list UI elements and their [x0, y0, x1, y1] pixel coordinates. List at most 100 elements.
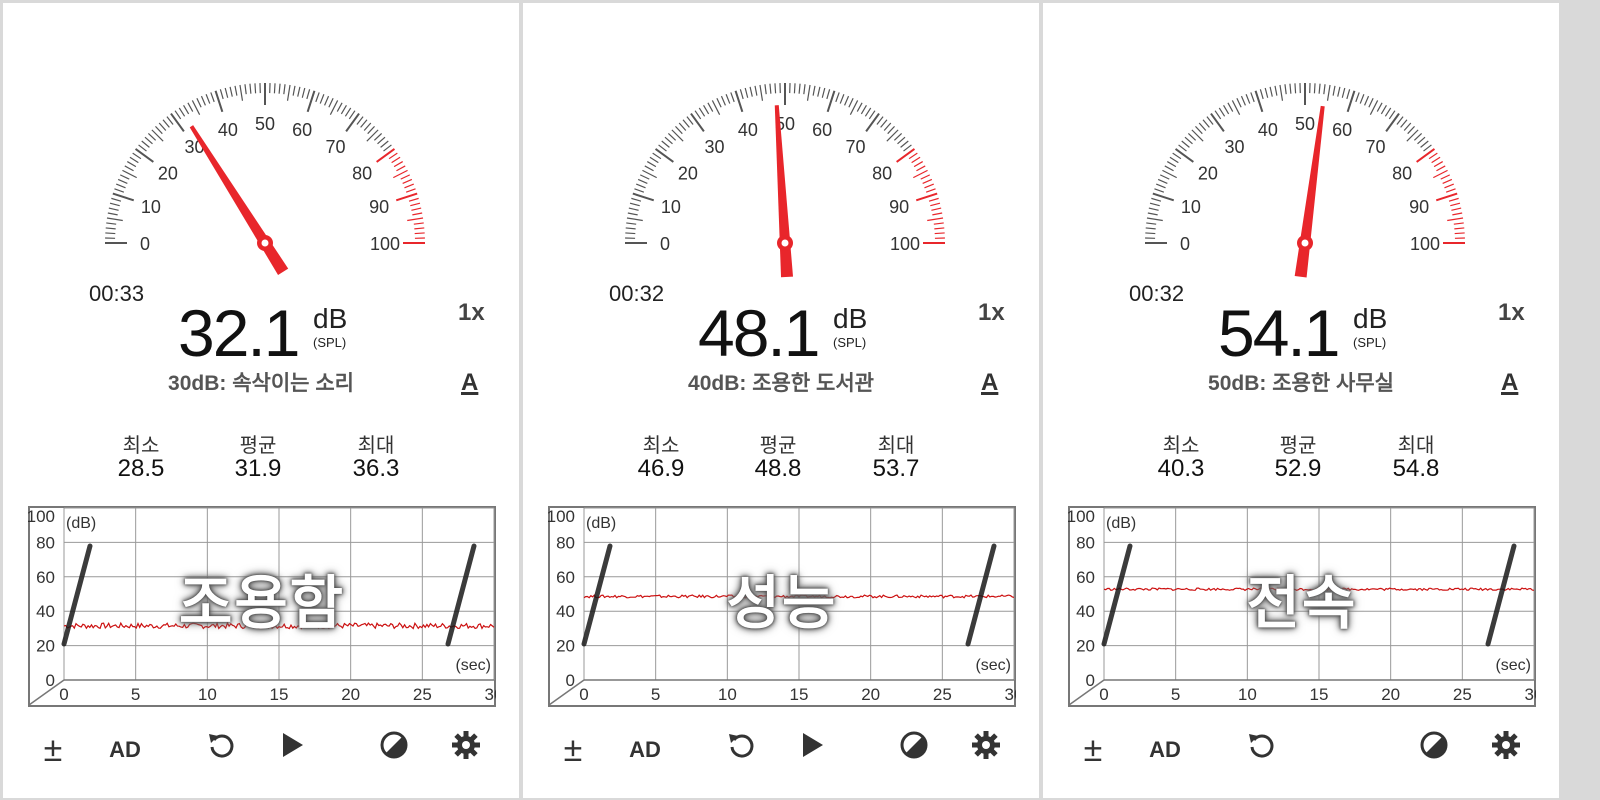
gauge-tick [856, 102, 863, 112]
gauge-tick [1428, 152, 1438, 160]
ad-button[interactable]: AD [1145, 730, 1185, 770]
gauge-tick [749, 86, 753, 97]
gauge-hub-center [261, 239, 269, 247]
gauge-tick [124, 165, 134, 172]
x-tick-label: 30 [1005, 685, 1016, 704]
stat-max-value: 54.8 [1392, 455, 1440, 482]
gauge-tick [1227, 102, 1234, 112]
gauge-tick [1451, 207, 1462, 211]
gauge-tick [880, 119, 888, 128]
stat-max: 최대 36.3 [326, 429, 426, 483]
gauge-tick [626, 222, 637, 225]
play-icon[interactable] [798, 730, 838, 770]
gauge-tick [707, 102, 714, 112]
calibrate-button[interactable]: ± [553, 730, 593, 770]
play-icon[interactable] [278, 730, 318, 770]
gauge-tick [1337, 86, 1341, 97]
gauge-tick [373, 133, 383, 141]
gauge-tick [930, 202, 941, 207]
reset-icon[interactable] [726, 730, 766, 770]
gauge-tick [301, 87, 306, 98]
stat-min: 최소 46.9 [611, 429, 711, 483]
gauge-tick [1385, 112, 1400, 132]
gauge-tick [1172, 152, 1182, 160]
gauge-tick [147, 133, 157, 141]
weighting-button[interactable]: A [981, 369, 998, 397]
unit-label: dB [833, 303, 868, 334]
gauge-tick [196, 97, 202, 108]
ad-button[interactable]: AD [625, 730, 665, 770]
x-tick-label: 25 [933, 685, 952, 704]
sound-meter-panel: 0 10 20 30 40 50 60 70 80 90 100 00:33 32.1 dB (SP… [3, 3, 519, 798]
gauge-tick [132, 152, 142, 160]
gauge-tick [629, 202, 640, 207]
gauge-tick [1279, 84, 1284, 101]
gear-icon[interactable] [451, 730, 491, 770]
gauge-tick [183, 104, 190, 115]
gear-icon[interactable] [971, 730, 1011, 770]
speed-button[interactable]: 1x [1498, 299, 1525, 327]
x-tick-label: 20 [861, 685, 880, 704]
gauge-hub-center [781, 239, 789, 247]
gauge-label: 30 [1224, 137, 1244, 157]
gauge-tick [1156, 183, 1166, 189]
gauge-tick [1269, 86, 1273, 97]
gauge-tick [886, 129, 899, 142]
gauge-tick [1198, 122, 1207, 131]
contrast-icon[interactable] [1419, 730, 1459, 770]
gauge-tick [367, 125, 375, 135]
reset-icon[interactable] [1246, 730, 1286, 770]
gauge-tick [402, 178, 413, 184]
gauge-tick [414, 227, 425, 230]
stat-min-label: 최소 [1162, 435, 1200, 457]
gauge-tick [922, 178, 933, 184]
gauge-tick [1289, 83, 1292, 94]
y-axis-label: (dB) [1106, 515, 1136, 532]
gauge-tick [1407, 125, 1415, 135]
gauge-tick [1250, 92, 1255, 103]
gauge-tick [1431, 156, 1441, 164]
unit-label: dB [313, 303, 348, 334]
gauge-tick [376, 148, 396, 163]
ad-button[interactable]: AD [105, 730, 145, 770]
speed-button[interactable]: 1x [458, 299, 485, 327]
gauge-tick [1187, 133, 1197, 141]
stat-min-value: 28.5 [117, 455, 165, 482]
calibrate-button[interactable]: ± [33, 730, 73, 770]
gauge-label: 80 [1392, 163, 1412, 183]
gauge-label: 80 [352, 163, 372, 183]
gauge-tick [897, 136, 906, 145]
gauge-tick [391, 156, 401, 164]
gear-icon[interactable] [1491, 730, 1531, 770]
reset-icon[interactable] [206, 730, 246, 770]
gauge-tick [812, 85, 816, 96]
gauge-tick [407, 217, 424, 222]
gauge-tick [363, 122, 372, 131]
gauge-tick [1223, 104, 1230, 115]
gauge-tick [1169, 156, 1179, 164]
gauge-tick [219, 89, 224, 100]
level-description: 50dB: 조용한 사무실 [1208, 372, 1394, 395]
contrast-icon[interactable] [379, 730, 419, 770]
gauge-label: 30 [704, 137, 724, 157]
gauge-tick [682, 119, 690, 128]
contrast-icon[interactable] [899, 730, 939, 770]
gauge-tick [1326, 84, 1331, 101]
gauge-tick [1450, 202, 1461, 207]
calibrate-button[interactable]: ± [1073, 730, 1113, 770]
gauge-label: 60 [812, 120, 832, 140]
gauge-tick [404, 183, 414, 189]
stat-min: 최소 40.3 [1131, 429, 1231, 483]
stat-avg-value: 52.9 [1274, 455, 1322, 482]
speed-button[interactable]: 1x [978, 299, 1005, 327]
current-level: 32.1 [178, 296, 300, 370]
x-tick-label: 0 [59, 685, 68, 704]
gauge-tick [1420, 140, 1429, 148]
weighting-button[interactable]: A [461, 369, 478, 397]
overlay-caption: 성능 [726, 571, 838, 636]
weighting-button[interactable]: A [1501, 369, 1518, 397]
gauge-tick [883, 122, 892, 131]
gauge-tick [1406, 129, 1419, 142]
gauge-tick [360, 119, 368, 128]
gauge-tick [1294, 83, 1297, 94]
